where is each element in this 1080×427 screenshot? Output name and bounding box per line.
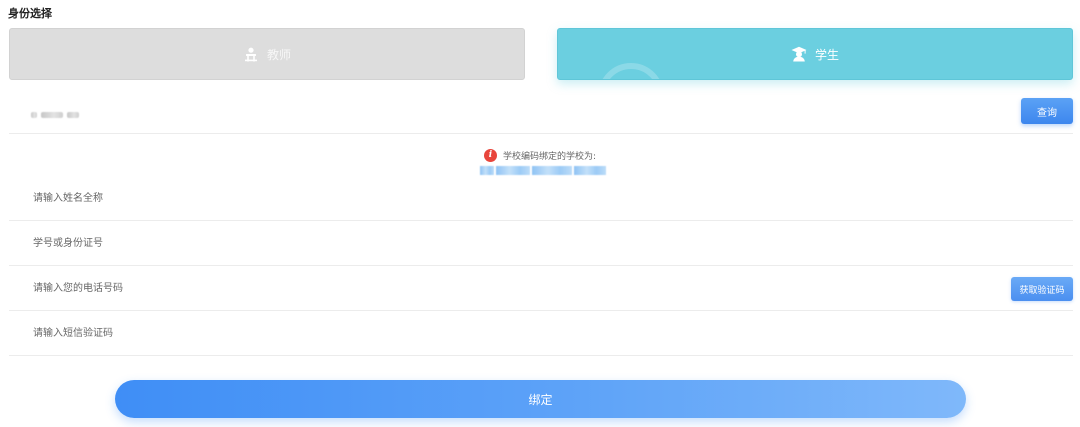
sms-code-input[interactable]: [33, 311, 933, 355]
decorative-ring: [558, 29, 688, 79]
name-field-row: [9, 176, 1073, 221]
teacher-icon: [243, 46, 259, 62]
phone-field-row: 获取验证码: [9, 266, 1073, 311]
bind-button[interactable]: 绑定: [115, 380, 966, 418]
get-verification-code-button[interactable]: 获取验证码: [1011, 277, 1073, 301]
school-notice-container: i 学校编码绑定的学校为:: [0, 142, 1080, 162]
role-label-teacher: 教师: [266, 47, 291, 62]
student-graduation-icon: [791, 46, 807, 62]
school-notice: i 学校编码绑定的学校为:: [483, 148, 597, 162]
identity-binding-page: 身份选择 教师 学生 查询 i 学校编码绑定的学校为: 请输入姓名全称 学号或身…: [0, 0, 1080, 427]
id-field-row: [9, 221, 1073, 266]
phone-number-input[interactable]: [33, 266, 833, 310]
school-code-value-blurred[interactable]: [31, 112, 79, 118]
student-id-input[interactable]: [33, 221, 933, 265]
section-title: 身份选择: [8, 7, 52, 20]
school-notice-text: 学校编码绑定的学校为:: [502, 151, 597, 162]
role-option-student[interactable]: 学生: [557, 28, 1073, 80]
query-button[interactable]: 查询: [1021, 98, 1073, 124]
role-option-teacher[interactable]: 教师: [9, 28, 525, 80]
warning-icon: i: [483, 148, 497, 162]
school-name-blurred: [480, 166, 606, 175]
role-label-student: 学生: [814, 47, 839, 62]
sms-code-field-row: [9, 311, 1073, 356]
full-name-input[interactable]: [33, 176, 933, 220]
school-code-row: 查询: [9, 90, 1073, 134]
